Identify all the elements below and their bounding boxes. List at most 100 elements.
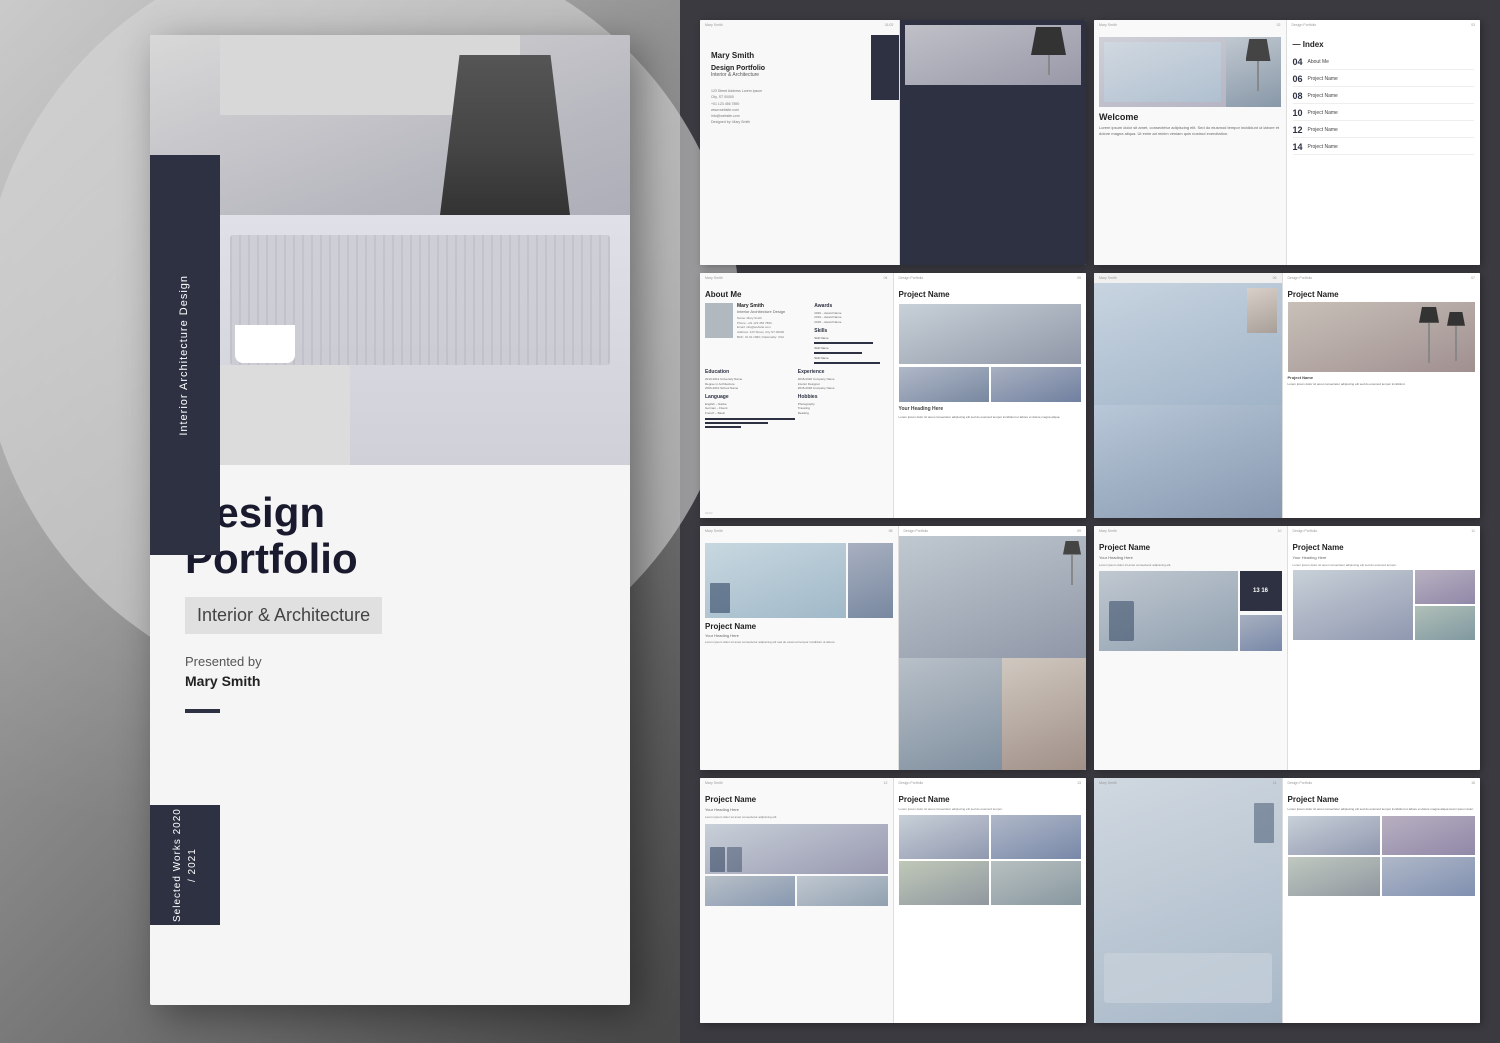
spread2-right-header: Design Portfolio 03 — [1292, 23, 1476, 27]
spread5-right-header: Design Portfolio 09 — [904, 529, 1082, 533]
hobbies-title: Hobbies — [798, 394, 888, 400]
s7l-subtitle: Your Heading Here — [705, 807, 888, 812]
spread2-left-page: Mary Smith 02 Welcome Lorem ipsum dolor … — [1094, 20, 1287, 265]
spread-project4: Mary Smith 10 Project Name Your Heading … — [1094, 526, 1480, 771]
s5r-photo1 — [899, 536, 1087, 658]
lamp-left — [1419, 307, 1439, 363]
s8r-photo1 — [1288, 816, 1381, 855]
s1-name: Mary Smith — [711, 51, 893, 60]
s6r-photo-main — [1293, 570, 1413, 640]
index-label: About Me — [1308, 59, 1474, 65]
spread4-right-page: Design Portfolio 07 Project Name — [1283, 273, 1481, 518]
s6r-photo-col — [1415, 570, 1475, 640]
spread-project5: Mary Smith 12 Project Name Your Heading … — [700, 778, 1086, 1023]
index-label: Project Name — [1308, 110, 1474, 116]
language-title: Language — [705, 394, 795, 400]
welcome-heading: Welcome — [1099, 112, 1281, 122]
project1-photo-sm2 — [991, 367, 1081, 402]
project1-main-photo — [899, 304, 1082, 364]
s5r-shade1 — [1063, 541, 1081, 555]
cover-subtitle: Interior & Architecture — [197, 605, 370, 625]
s8l-sofa — [1104, 953, 1272, 1003]
language-text: English – NativeGerman – FluentFrench – … — [705, 402, 795, 416]
s4r-heading-sm: Project Name — [1288, 375, 1476, 380]
s8l-pgnum: 14 — [1273, 781, 1277, 785]
education-title: Education — [705, 369, 795, 375]
s7l-photo-sm2 — [797, 876, 887, 906]
s3l-content: About Me Mary Smith Interior Architectur… — [705, 290, 888, 429]
s2r-content: — Index 04About Me06Project Name08Projec… — [1293, 40, 1475, 155]
s2l-stem — [1257, 61, 1259, 91]
spread2-left-header: Mary Smith 02 — [1099, 23, 1281, 27]
s1-interior: Interior & Architecture — [711, 72, 893, 78]
s3l-profile-row: Mary Smith Interior Architecture Design … — [705, 303, 888, 365]
index-line-item: 06Project Name — [1293, 74, 1475, 87]
s7r-photo1 — [899, 815, 989, 859]
s8l-plant — [1254, 803, 1274, 843]
spread4-left-page: Mary Smith 06 — [1094, 273, 1283, 518]
s6r-photo-sm2 — [1415, 606, 1475, 640]
s6r-pgnum: 11 — [1471, 529, 1475, 533]
spread-project2: Mary Smith 06 Design Portfolio 07 Projec… — [1094, 273, 1480, 518]
s2l-photo — [1099, 37, 1281, 107]
lamp-shade — [440, 55, 570, 215]
skill-bar-2 — [814, 352, 862, 354]
spread3-right-page: Design Portfolio 05 Project Name Your He… — [894, 273, 1087, 518]
s6l-pgnum: 10 — [1278, 529, 1282, 533]
index-num: 12 — [1293, 125, 1303, 135]
s6l-title: Project Name — [1099, 543, 1282, 552]
s5r-photo3 — [1002, 658, 1086, 770]
s5l-hdr: Mary Smith — [705, 529, 723, 533]
cover-selected-works-text: Selected Works 2020 / 2021 — [170, 805, 200, 925]
spread1-page-num: 01/02 — [885, 23, 894, 27]
s5l-content: Project Name Your Heading Here Lorem ips… — [705, 543, 893, 645]
s4l-vase — [1247, 288, 1277, 333]
s1-lamp-thumb — [905, 25, 1082, 85]
project1-heading: Your Heading Here — [899, 406, 1082, 412]
cover-presented-by: Presented by — [185, 654, 595, 669]
s6l-text: Lorem ipsum dolor sit amet consectetur a… — [1099, 563, 1282, 568]
s5r-hdr: Design Portfolio — [904, 529, 929, 533]
spread1-header-label: Mary Smith — [705, 23, 723, 27]
s4r-content: Project Name Project Name — [1288, 290, 1476, 387]
s5l-photos — [705, 543, 893, 618]
spread5-left-header: Mary Smith 08 — [705, 529, 893, 533]
project-name-1-title: Project Name — [899, 290, 1082, 299]
spread3-left-page: Mary Smith 04 About Me Mary Smith Interi… — [700, 273, 894, 518]
s5r-bottom-photos — [899, 658, 1087, 770]
s7r-photo3 — [899, 861, 989, 905]
s5l-text: Lorem ipsum dolor sit amet consectetur a… — [705, 640, 893, 645]
s6l-bot-photo — [1240, 615, 1282, 651]
s5l-pgnum: 08 — [889, 529, 893, 533]
s8l-sofa-photo — [1094, 778, 1282, 1023]
s8r-photo2 — [1382, 816, 1475, 855]
education-text: 2010-2014 University NameDegree in Archi… — [705, 377, 795, 391]
s1-stem — [1048, 55, 1050, 75]
spread1-left-content: Mary Smith Design Portfolio Interior & A… — [706, 51, 893, 126]
skill2: Skill Name — [814, 346, 887, 350]
s3l-footer: 01/02 — [705, 511, 713, 515]
spread8-left-page: Mary Smith 14 — [1094, 778, 1283, 1023]
spread7-left-page: Mary Smith 12 Project Name Your Heading … — [700, 778, 894, 1023]
s7r-text: Lorem ipsum dolor sit amet consectetur a… — [899, 807, 1082, 812]
project1-photo-row — [899, 367, 1082, 402]
s6l-subtitle: Your Heading Here — [1099, 555, 1282, 560]
s3r-header: Design Portfolio — [899, 276, 924, 280]
s6l-photo-area: 13 16 — [1099, 571, 1282, 651]
s5r-pgnum: 09 — [1077, 529, 1081, 533]
s7l-chair1 — [710, 847, 725, 872]
index-line-item: 10Project Name — [1293, 108, 1475, 121]
skill-bar-1 — [814, 342, 873, 344]
s4l-header: Mary Smith — [1099, 276, 1117, 280]
s2r-header-text: Design Portfolio — [1292, 23, 1317, 27]
spread5-right-page: Design Portfolio 09 — [899, 526, 1087, 771]
bed-area — [220, 215, 630, 465]
skills-bars: Skill Name Skill Name Skill Name — [814, 336, 887, 364]
s6l-chair — [1109, 601, 1134, 641]
s4l-bottom-photo — [1094, 405, 1282, 517]
cover-author-name: Mary Smith — [185, 673, 595, 689]
bedside-table — [220, 365, 350, 465]
spread-about-me: Mary Smith 04 About Me Mary Smith Interi… — [700, 273, 1086, 518]
s5l-photo-right — [848, 543, 893, 618]
s2l-page-num: 02 — [1277, 23, 1281, 27]
